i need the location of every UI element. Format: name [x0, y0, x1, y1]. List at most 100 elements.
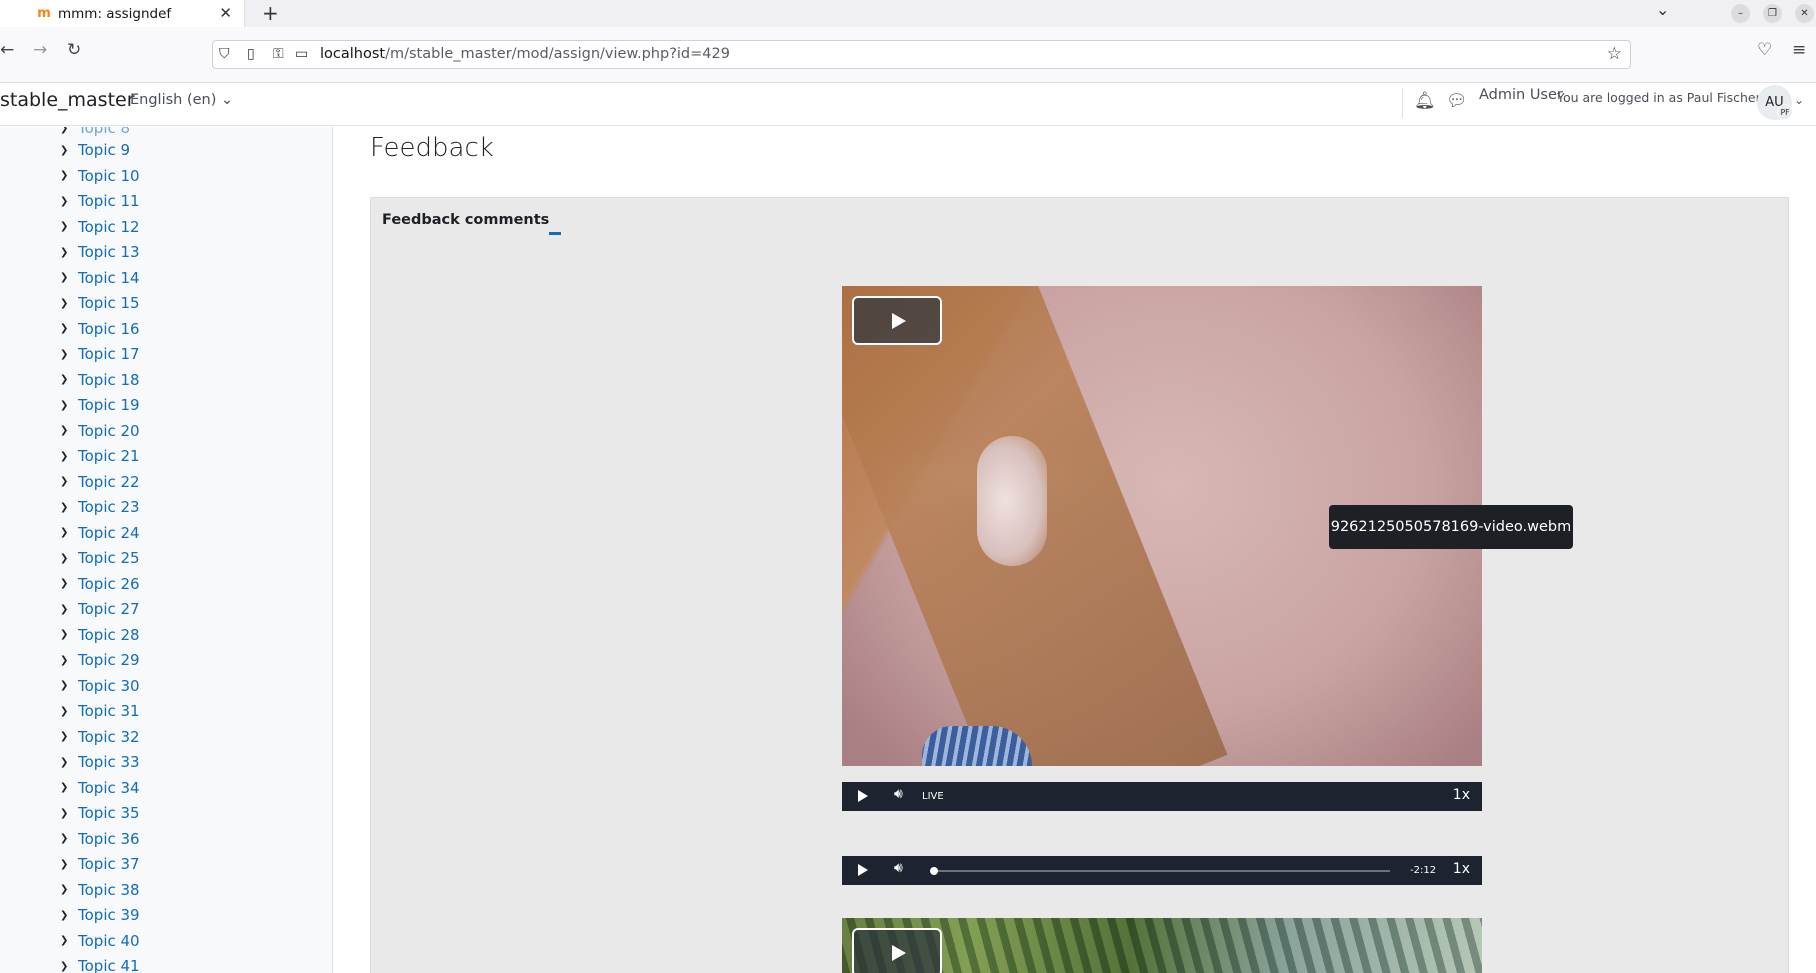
topic-label[interactable]: Topic 30	[78, 677, 140, 695]
chevron-right-icon[interactable]: ❯	[60, 859, 72, 870]
topic-label[interactable]: Topic 12	[78, 218, 140, 236]
chevron-right-icon[interactable]: ❯	[60, 629, 72, 640]
chevron-right-icon[interactable]: ❯	[60, 272, 72, 283]
playback-rate-button[interactable]: 1x	[1453, 861, 1470, 877]
minimize-icon[interactable]: –	[1731, 4, 1750, 23]
language-menu[interactable]: English (en) ⌄	[130, 92, 233, 108]
sidebar-item-topic[interactable]: ❯ Topic 14	[60, 267, 140, 289]
big-play-button[interactable]	[852, 928, 942, 973]
tracking-protection-shield-icon[interactable]: ⛉	[219, 46, 230, 62]
window-close-icon[interactable]: ✕	[1795, 4, 1814, 23]
sidebar-item-topic[interactable]: ❯ Topic 15	[60, 292, 140, 314]
topic-label[interactable]: Topic 11	[78, 192, 140, 210]
sidebar-item-topic[interactable]: ❯ Topic 21	[60, 445, 140, 467]
chevron-right-icon[interactable]: ❯	[60, 127, 72, 134]
sidebar-item-topic[interactable]: ❯ Topic 9	[60, 139, 130, 161]
volume-icon[interactable]: 🔊︎	[894, 860, 903, 876]
chevron-right-icon[interactable]: ❯	[60, 757, 72, 768]
user-menu-chevron-icon[interactable]: ⌄	[1794, 93, 1804, 107]
topic-label[interactable]: Topic 27	[78, 600, 140, 618]
topic-label[interactable]: Topic 37	[78, 855, 140, 873]
restore-icon[interactable]: ❐	[1763, 4, 1782, 23]
sidebar-item-topic[interactable]: ❯ Topic 31	[60, 700, 140, 722]
play-icon[interactable]	[858, 864, 868, 876]
topic-label[interactable]: Topic 23	[78, 498, 140, 516]
chevron-right-icon[interactable]: ❯	[60, 425, 72, 436]
topic-label[interactable]: Topic 26	[78, 575, 140, 593]
sidebar-item-topic[interactable]: ❯ Topic 17	[60, 343, 140, 365]
chevron-right-icon[interactable]: ❯	[60, 655, 72, 666]
topic-label[interactable]: Topic 41	[78, 957, 140, 973]
sidebar-item-topic[interactable]: ❯ Topic 29	[60, 649, 140, 671]
topic-label[interactable]: Topic 22	[78, 473, 140, 491]
sidebar-item-topic[interactable]: ❯ Topic 39	[60, 904, 140, 926]
chevron-right-icon[interactable]: ❯	[60, 578, 72, 589]
site-name[interactable]: stable_master	[0, 89, 135, 111]
sidebar-item-topic[interactable]: ❯ Topic 23	[60, 496, 140, 518]
back-icon[interactable]: ←	[0, 40, 14, 60]
sidebar-item-topic-8-partial[interactable]: ❯ Topic 8	[60, 127, 130, 139]
sidebar-item-topic[interactable]: ❯ Topic 20	[60, 420, 140, 442]
chevron-right-icon[interactable]: ❯	[60, 323, 72, 334]
volume-icon[interactable]: 🔊︎	[894, 786, 903, 802]
sidebar-item-topic[interactable]: ❯ Topic 12	[60, 216, 140, 238]
topic-label[interactable]: Topic 10	[78, 167, 140, 185]
bookmark-star-icon[interactable]: ☆	[1607, 44, 1622, 64]
topic-label[interactable]: Topic 18	[78, 371, 140, 389]
chevron-right-icon[interactable]: ❯	[60, 145, 72, 156]
sidebar-item-topic[interactable]: ❯ Topic 35	[60, 802, 140, 824]
topic-label[interactable]: Topic 40	[78, 932, 140, 950]
chevron-right-icon[interactable]: ❯	[60, 553, 72, 564]
page-info-icon[interactable]: ▯	[247, 46, 255, 62]
sidebar-item-topic[interactable]: ❯ Topic 40	[60, 930, 140, 952]
sidebar-item-topic[interactable]: ❯ Topic 37	[60, 853, 140, 875]
topic-label[interactable]: Topic 16	[78, 320, 140, 338]
sidebar-item-topic[interactable]: ❯ Topic 19	[60, 394, 140, 416]
topic-label[interactable]: Topic 24	[78, 524, 140, 542]
chevron-right-icon[interactable]: ❯	[60, 196, 72, 207]
url-text[interactable]: localhost/m/stable_master/mod/assign/vie…	[320, 46, 730, 62]
chevron-right-icon[interactable]: ❯	[60, 451, 72, 462]
topic-label[interactable]: Topic 28	[78, 626, 140, 644]
pocket-icon[interactable]: ♡	[1757, 40, 1772, 60]
topic-label[interactable]: Topic 36	[78, 830, 140, 848]
chevron-right-icon[interactable]: ❯	[60, 961, 72, 972]
tab-close-icon[interactable]: ✕	[219, 4, 232, 22]
forward-icon[interactable]: →	[33, 40, 47, 60]
big-play-button[interactable]	[852, 296, 942, 345]
sidebar-item-topic[interactable]: ❯ Topic 26	[60, 573, 140, 595]
messages-icon[interactable]: 💬︎	[1446, 91, 1468, 111]
progress-handle[interactable]	[930, 867, 938, 875]
chevron-right-icon[interactable]: ❯	[60, 680, 72, 691]
sidebar-item-topic[interactable]: ❯ Topic 33	[60, 751, 140, 773]
topic-label[interactable]: Topic 15	[78, 294, 140, 312]
topic-label[interactable]: Topic 31	[78, 702, 140, 720]
chevron-right-icon[interactable]: ❯	[60, 400, 72, 411]
topic-label[interactable]: Topic 29	[78, 651, 140, 669]
topic-label[interactable]: Topic 38	[78, 881, 140, 899]
chevron-right-icon[interactable]: ❯	[60, 298, 72, 309]
chevron-right-icon[interactable]: ❯	[60, 884, 72, 895]
topic-label[interactable]: Topic 20	[78, 422, 140, 440]
sidebar-item-topic[interactable]: ❯ Topic 11	[60, 190, 140, 212]
chevron-right-icon[interactable]: ❯	[60, 476, 72, 487]
new-tab-icon[interactable]: +	[262, 1, 279, 25]
chevron-right-icon[interactable]: ❯	[60, 808, 72, 819]
sidebar-item-topic[interactable]: ❯ Topic 34	[60, 777, 140, 799]
chevron-right-icon[interactable]: ❯	[60, 731, 72, 742]
chevron-right-icon[interactable]: ❯	[60, 527, 72, 538]
topic-label[interactable]: Topic 9	[78, 141, 130, 159]
sidebar-item-topic[interactable]: ❯ Topic 27	[60, 598, 140, 620]
topic-label[interactable]: Topic 19	[78, 396, 140, 414]
topic-label[interactable]: Topic 17	[78, 345, 140, 363]
app-menu-icon[interactable]: ≡	[1792, 40, 1806, 60]
playback-rate-button[interactable]: 1x	[1453, 787, 1470, 803]
progress-track[interactable]	[932, 870, 1390, 872]
sidebar-item-topic[interactable]: ❯ Topic 28	[60, 624, 140, 646]
sidebar-item-topic[interactable]: ❯ Topic 24	[60, 522, 140, 544]
chevron-right-icon[interactable]: ❯	[60, 935, 72, 946]
topic-label[interactable]: Topic 13	[78, 243, 140, 261]
chevron-right-icon[interactable]: ❯	[60, 910, 72, 921]
sidebar-item-topic[interactable]: ❯ Topic 25	[60, 547, 140, 569]
chevron-right-icon[interactable]: ❯	[60, 706, 72, 717]
